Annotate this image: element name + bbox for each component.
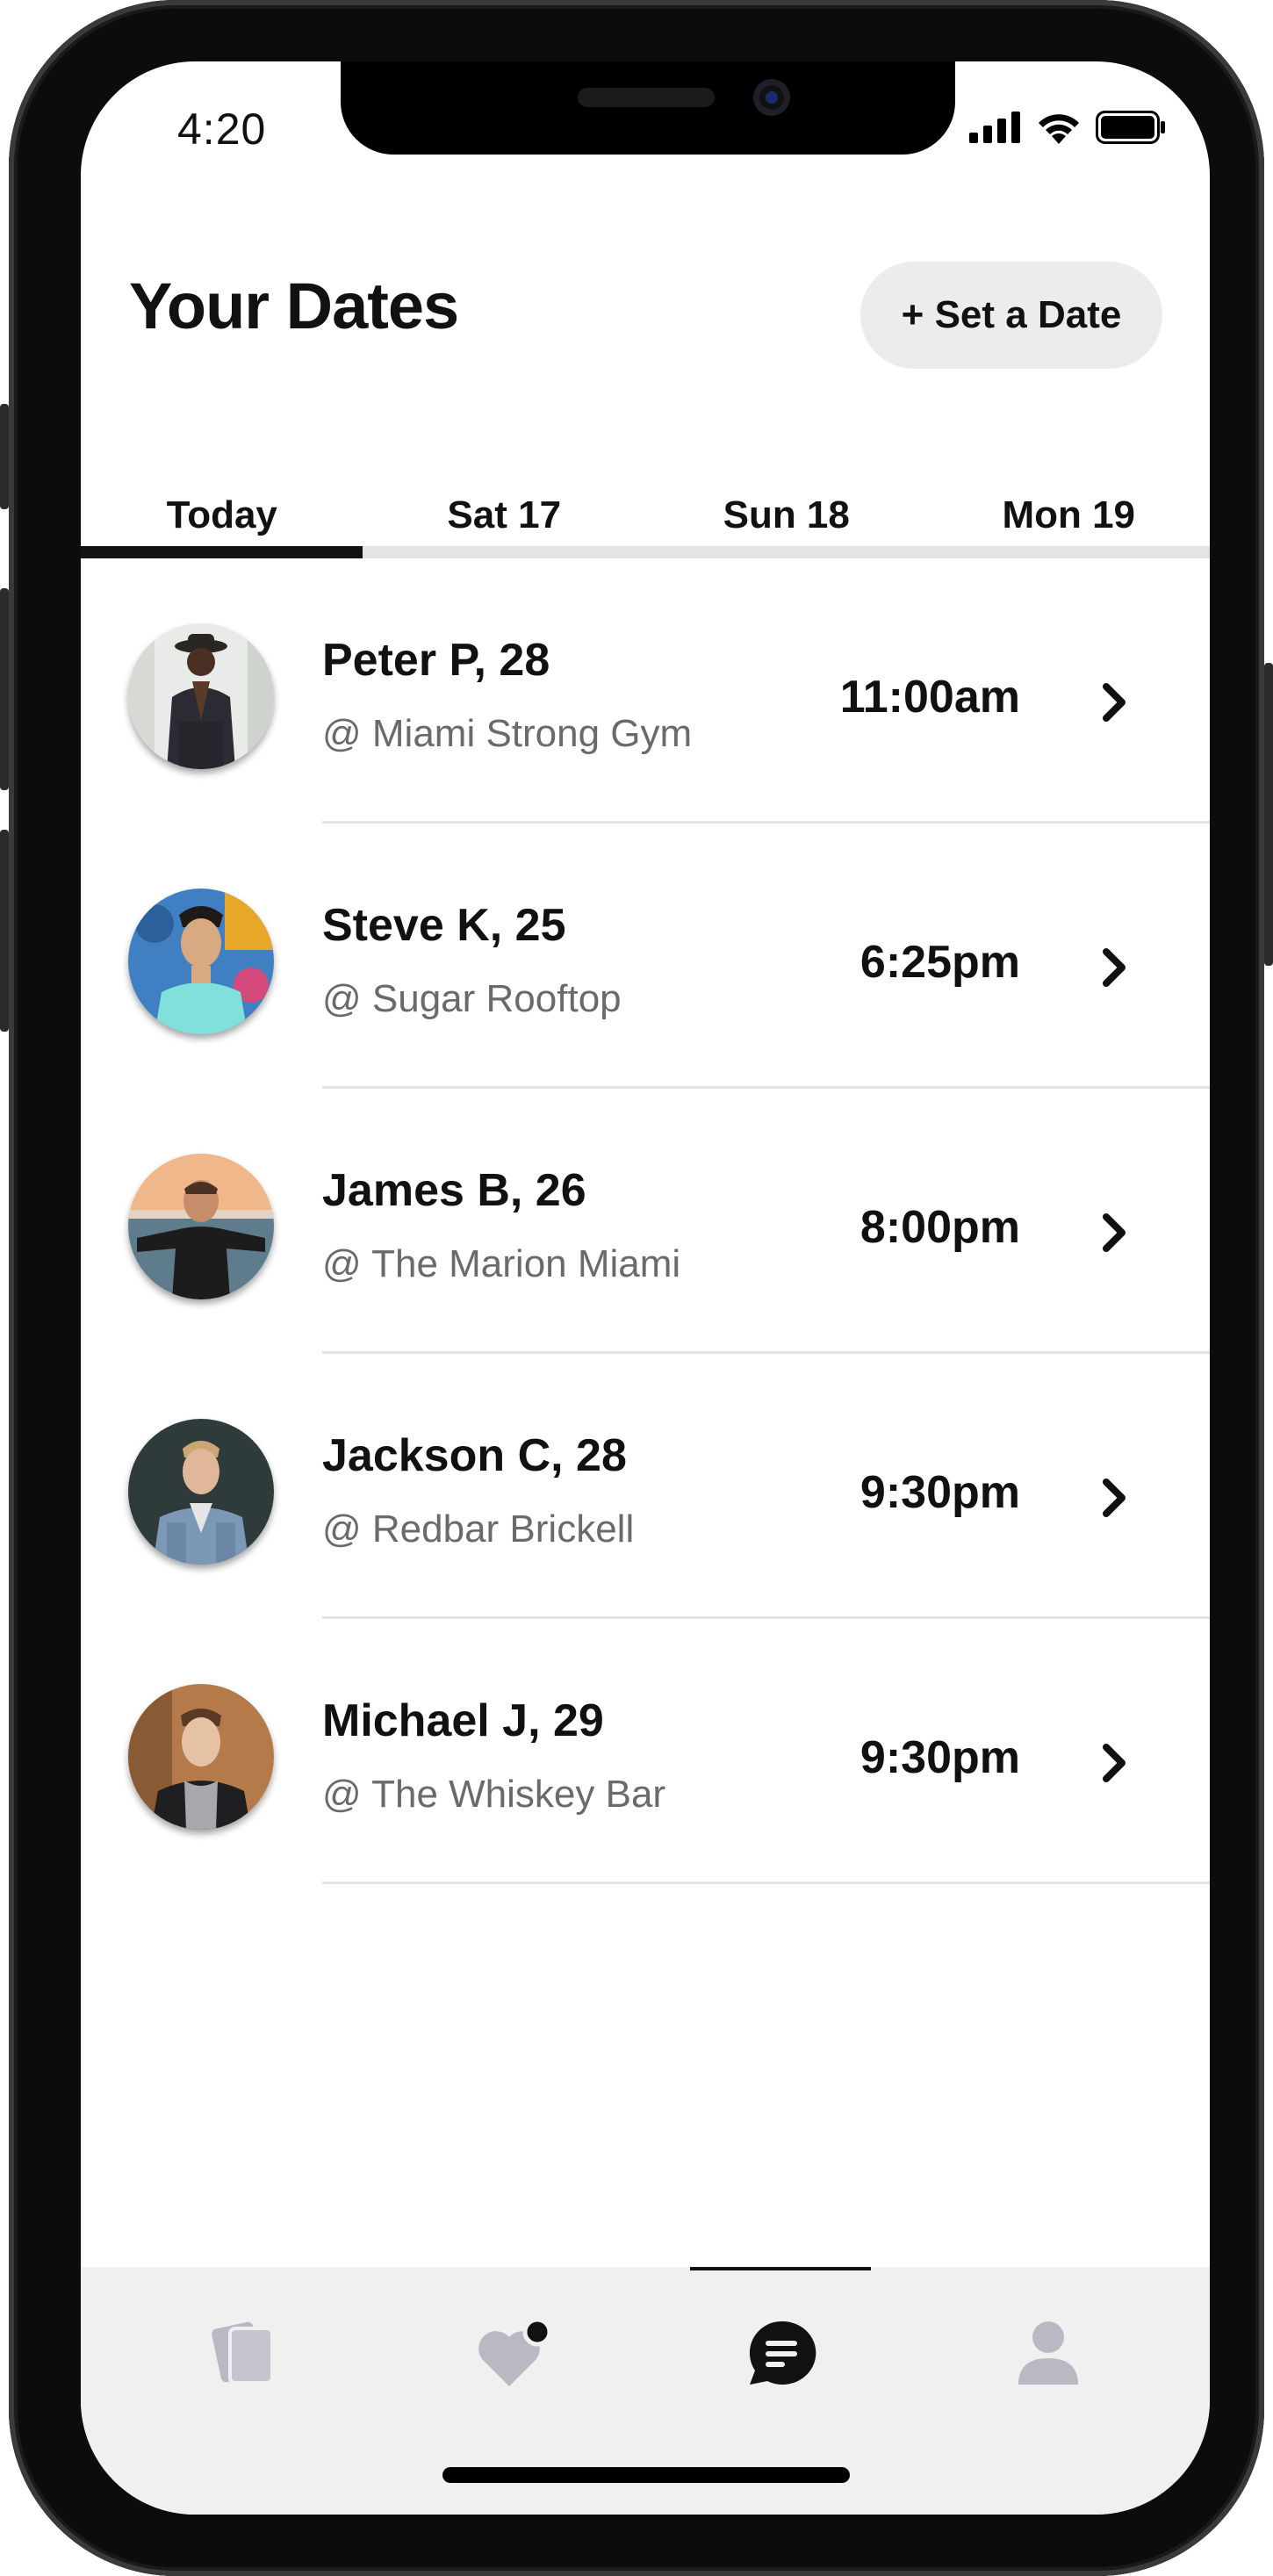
- avatar: [128, 1154, 274, 1299]
- date-row[interactable]: Jackson C, 28 @ Redbar Brickell 9:30pm: [81, 1354, 1210, 1619]
- date-time: 9:30pm: [859, 1732, 1020, 1783]
- date-row[interactable]: James B, 26 @ The Marion Miami 8:00pm: [81, 1089, 1210, 1354]
- signal-icon: [969, 112, 1020, 143]
- date-name: Peter P, 28: [322, 635, 550, 686]
- date-venue: @ The Whiskey Bar: [322, 1773, 666, 1816]
- date-row[interactable]: Michael J, 29 @ The Whiskey Bar 9:30pm: [81, 1619, 1210, 1884]
- app-screen: 4:20 Your Dates + Set a Date Today Sat 1…: [81, 61, 1210, 2515]
- avatar: [128, 1684, 274, 1830]
- active-tab-indicator: [81, 546, 363, 558]
- tab-sun-18[interactable]: Sun 18: [645, 467, 928, 558]
- avatar: [128, 889, 274, 1034]
- chevron-right-icon[interactable]: [1099, 681, 1131, 723]
- tab-mon-19[interactable]: Mon 19: [928, 467, 1211, 558]
- tab-sat-17[interactable]: Sat 17: [363, 467, 646, 558]
- status-time: 4:20: [177, 104, 267, 154]
- avatar: [128, 1419, 274, 1565]
- mute-switch: [0, 404, 9, 509]
- chevron-right-icon[interactable]: [1099, 1212, 1131, 1254]
- dates-list: Peter P, 28 @ Miami Strong Gym 11:00am S…: [81, 558, 1210, 1884]
- date-name: Steve K, 25: [322, 900, 566, 951]
- chat-bubble-icon: [749, 2321, 816, 2385]
- cards-icon: [212, 2321, 274, 2385]
- notch: [341, 61, 955, 155]
- profile-icon: [1018, 2321, 1078, 2385]
- nav-chat[interactable]: [737, 2309, 825, 2397]
- date-venue: @ The Marion Miami: [322, 1242, 681, 1285]
- front-camera: [753, 79, 790, 116]
- speaker: [578, 88, 715, 107]
- battery-icon: [1096, 111, 1165, 144]
- nav-profile[interactable]: [1004, 2309, 1092, 2397]
- date-venue: @ Sugar Rooftop: [322, 977, 622, 1020]
- date-venue: @ Miami Strong Gym: [322, 712, 693, 755]
- set-a-date-button[interactable]: + Set a Date: [860, 262, 1162, 369]
- status-icons: [969, 111, 1166, 144]
- chevron-right-icon[interactable]: [1099, 946, 1131, 989]
- date-time: 8:00pm: [859, 1202, 1020, 1253]
- chevron-right-icon[interactable]: [1099, 1477, 1131, 1519]
- page-title: Your Dates: [129, 270, 459, 342]
- power-button: [1264, 663, 1273, 966]
- volume-up-button: [0, 588, 9, 790]
- active-nav-indicator: [690, 2267, 871, 2270]
- home-indicator[interactable]: [442, 2467, 850, 2483]
- heart-notification-icon: [478, 2317, 552, 2386]
- date-venue: @ Redbar Brickell: [322, 1507, 635, 1551]
- nav-likes[interactable]: [472, 2309, 560, 2397]
- nav-cards[interactable]: [200, 2309, 288, 2397]
- date-name: James B, 26: [322, 1165, 586, 1216]
- date-time: 6:25pm: [859, 937, 1020, 988]
- wifi-icon: [1039, 114, 1079, 144]
- tab-today[interactable]: Today: [81, 467, 363, 558]
- date-row[interactable]: Peter P, 28 @ Miami Strong Gym 11:00am: [81, 558, 1210, 824]
- date-row[interactable]: Steve K, 25 @ Sugar Rooftop 6:25pm: [81, 824, 1210, 1089]
- date-name: Michael J, 29: [322, 1695, 604, 1746]
- date-tabs: Today Sat 17 Sun 18 Mon 19: [81, 467, 1210, 558]
- volume-down-button: [0, 830, 9, 1032]
- chevron-right-icon[interactable]: [1099, 1742, 1131, 1784]
- avatar: [128, 623, 274, 769]
- date-name: Jackson C, 28: [322, 1430, 627, 1481]
- phone-frame: 4:20 Your Dates + Set a Date Today Sat 1…: [0, 0, 1273, 2576]
- row-divider: [322, 1882, 1210, 1884]
- date-time: 9:30pm: [859, 1467, 1020, 1518]
- date-time: 11:00am: [839, 672, 1020, 723]
